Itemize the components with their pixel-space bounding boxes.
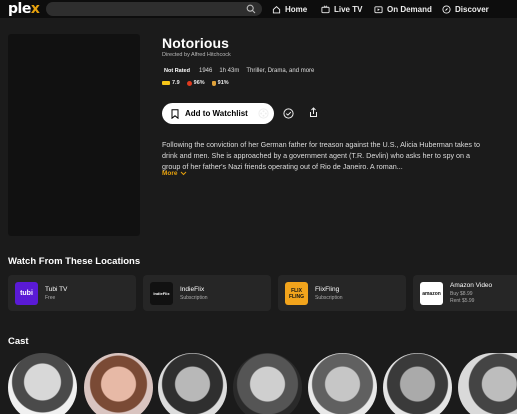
location-card-indieflix[interactable]: IndieFlix IndieFlix Subscription xyxy=(143,275,271,311)
nav-live-tv-label: Live TV xyxy=(334,4,363,14)
more-button[interactable]: More xyxy=(162,170,187,177)
movie-director[interactable]: Directed by Alfred Hitchcock xyxy=(162,52,231,58)
location-price: Free xyxy=(45,295,56,301)
audience-rating: 91% xyxy=(211,80,229,86)
indieflix-logo-text: IndieFlix xyxy=(153,291,170,296)
cast-member-photo[interactable] xyxy=(383,353,452,414)
top-nav: plex Home Live TV On Demand Discover xyxy=(0,0,517,18)
audience-rating-value: 91% xyxy=(217,80,229,86)
movie-description: Following the conviction of her German f… xyxy=(162,140,481,171)
nav-on-demand[interactable]: On Demand xyxy=(374,3,432,15)
cast-member-photo[interactable] xyxy=(233,353,302,414)
cast-member-photo[interactable] xyxy=(458,353,517,414)
location-name: IndieFlix xyxy=(180,286,205,293)
flixfling-logo: FLIX FLING xyxy=(285,282,308,305)
check-circle-icon[interactable] xyxy=(283,108,294,119)
add-to-watchlist-label: Add to Watchlist xyxy=(185,109,248,118)
location-card-flixfling[interactable]: FLIX FLING FlixFling Subscription xyxy=(278,275,406,311)
bookmark-icon xyxy=(171,108,179,119)
nav-home[interactable]: Home xyxy=(272,3,307,15)
imdb-icon xyxy=(162,81,170,85)
imdb-rating-value: 7.9 xyxy=(172,80,180,86)
home-icon xyxy=(272,5,281,13)
imdb-rating: 7.9 xyxy=(162,80,180,86)
play-icon xyxy=(374,5,383,13)
more-label: More xyxy=(162,170,178,177)
location-card-tubi[interactable]: tubi Tubi TV Free xyxy=(8,275,136,311)
ratings-row: 7.9 96% 91% xyxy=(162,80,229,86)
cast-section-title: Cast xyxy=(8,336,29,347)
location-price: Subscription xyxy=(315,295,343,301)
tv-icon xyxy=(321,4,330,13)
location-name: Tubi TV xyxy=(45,286,68,293)
nav-on-demand-label: On Demand xyxy=(387,4,432,14)
location-name: FlixFling xyxy=(315,286,340,293)
plex-logo[interactable]: plex xyxy=(8,1,40,17)
compass-icon xyxy=(442,4,451,14)
amazon-logo: amazon xyxy=(420,282,443,305)
share-icon[interactable] xyxy=(308,107,319,118)
movie-genres[interactable]: Thriller, Drama, and more xyxy=(246,68,314,74)
locations-section-title: Watch From These Locations xyxy=(8,256,141,267)
indieflix-logo: IndieFlix xyxy=(150,282,173,305)
location-name: Amazon Video xyxy=(450,282,493,289)
search-icon[interactable] xyxy=(246,4,256,14)
movie-poster[interactable] xyxy=(8,34,140,236)
content-rating-badge: Not Rated xyxy=(164,68,190,74)
movie-runtime: 1h 43m xyxy=(219,68,240,74)
tubi-logo-text: tubi xyxy=(20,290,33,297)
location-price-rent: Rent $5.99 xyxy=(450,298,475,304)
flixfling-logo-text: FLIX FLING xyxy=(289,287,304,300)
nav-live-tv[interactable]: Live TV xyxy=(321,3,362,15)
tubi-logo: tubi xyxy=(15,282,38,305)
movie-meta: Not Rated 1946 1h 43m Thriller, Drama, a… xyxy=(162,67,314,75)
cast-member-photo[interactable] xyxy=(308,353,377,414)
nav-home-label: Home xyxy=(285,4,308,14)
cast-member-photo[interactable] xyxy=(158,353,227,414)
popcorn-icon xyxy=(211,80,216,86)
chevron-down-icon xyxy=(180,171,186,176)
cast-member-photo[interactable] xyxy=(84,353,153,414)
movie-title: Notorious xyxy=(162,35,230,51)
amazon-logo-text: amazon xyxy=(422,290,441,297)
nav-discover-label: Discover xyxy=(455,4,489,14)
search-input[interactable] xyxy=(46,2,262,16)
film-reel-icon[interactable] xyxy=(258,108,269,119)
critic-rating-value: 96% xyxy=(193,80,205,86)
location-card-amazon[interactable]: amazon Amazon Video Buy $8.99 Rent $5.99 xyxy=(413,275,517,311)
location-price-buy: Buy $8.99 xyxy=(450,291,473,297)
location-price: Subscription xyxy=(180,295,208,301)
critic-rating: 96% xyxy=(186,80,205,86)
movie-year: 1946 xyxy=(198,68,213,74)
tomato-icon xyxy=(186,80,192,86)
cast-member-photo[interactable] xyxy=(8,353,77,414)
nav-discover[interactable]: Discover xyxy=(442,3,489,15)
